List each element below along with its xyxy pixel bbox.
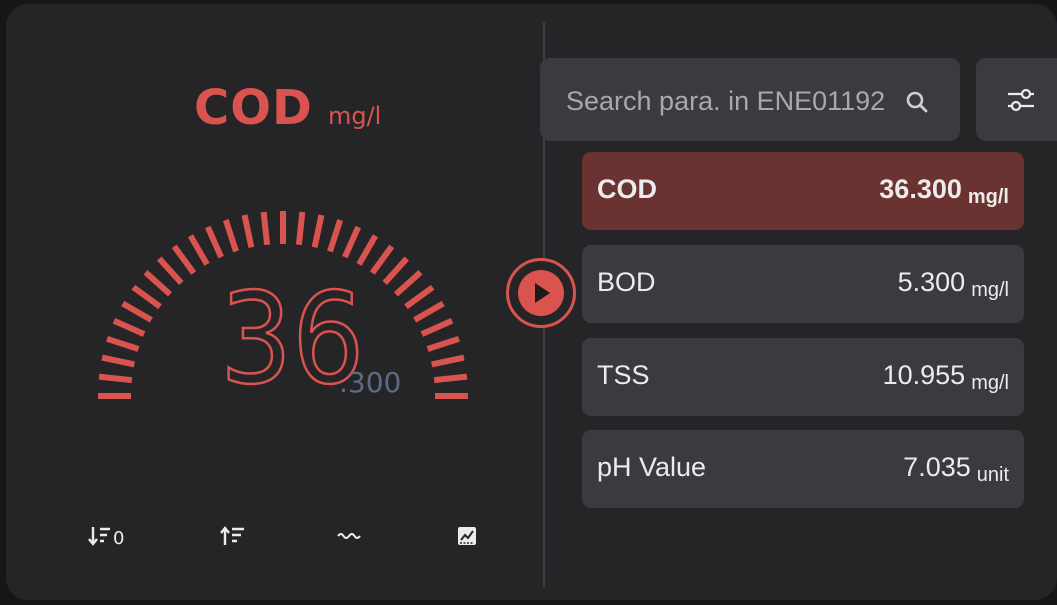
gauge-tick xyxy=(413,300,445,323)
gauge-tick xyxy=(131,284,162,310)
gauge-tick xyxy=(241,214,255,248)
parameter-unit: mg/l xyxy=(971,372,1009,394)
gauge-tick xyxy=(404,284,435,310)
parameter-value: 10.955 xyxy=(882,360,966,390)
sensor-panel: COD mg/l 36 .300 0 Search para. in ENE01… xyxy=(6,4,1057,600)
parameter-name: BOD xyxy=(597,267,656,297)
parameter-row-tss[interactable]: TSS 10.955 mg/l xyxy=(582,338,1024,416)
gauge-tick xyxy=(121,300,153,323)
gauge-tick xyxy=(101,354,135,368)
gauge-tick xyxy=(431,354,465,368)
parameter-reading: 10.955 mg/l xyxy=(882,360,1009,394)
gauge-tick xyxy=(98,373,133,384)
gauge-tick xyxy=(187,234,210,266)
gauge-tick xyxy=(433,373,468,384)
gauge-tick xyxy=(295,211,306,246)
parameter-name: pH Value xyxy=(597,452,707,482)
play-button[interactable] xyxy=(506,258,576,328)
parameter-reading: 5.300 mg/l xyxy=(897,267,1009,301)
chart-icon[interactable] xyxy=(456,524,478,553)
chart-glyph xyxy=(458,527,476,545)
play-icon xyxy=(518,270,564,316)
gauge-tick xyxy=(222,219,239,253)
wave-glyph xyxy=(337,533,361,539)
gauge-tick xyxy=(112,318,146,337)
parameter-reading: 7.035 unit xyxy=(903,452,1009,486)
gauge-tick xyxy=(420,318,454,337)
gauge-tick xyxy=(156,256,184,286)
parameter-name: TSS xyxy=(597,360,650,390)
gauge-tick xyxy=(260,211,271,246)
parameter-row-ph-value[interactable]: pH Value 7.035 unit xyxy=(582,430,1024,508)
search-box[interactable] xyxy=(540,58,960,141)
parameter-value: 7.035 xyxy=(903,452,971,482)
gauge-tick xyxy=(382,256,410,286)
svg-text:0: 0 xyxy=(113,528,124,548)
gauge-tick xyxy=(143,269,173,297)
parameter-row-cod[interactable]: COD 36.300 mg/l xyxy=(582,152,1024,230)
gauge-tick xyxy=(426,335,460,352)
gauge-value-integer: 36 xyxy=(219,265,366,412)
parameter-unit: mg/l xyxy=(967,186,1009,208)
parameter-reading: 36.300 mg/l xyxy=(879,174,1009,208)
sort-ascending-icon[interactable] xyxy=(220,524,248,553)
wave-icon[interactable] xyxy=(336,524,362,553)
gauge-tick xyxy=(311,214,325,248)
gauge-tick xyxy=(327,219,344,253)
sort-descending-icon[interactable]: 0 xyxy=(88,524,128,553)
gauge-tick xyxy=(356,234,379,266)
parameter-value: 5.300 xyxy=(897,267,966,297)
filter-button[interactable] xyxy=(976,58,1057,141)
sort-ascending-glyph xyxy=(220,526,244,545)
gauge-tick xyxy=(205,225,224,259)
sort-descending-glyph: 0 xyxy=(88,527,124,549)
gauge-tick xyxy=(342,225,361,259)
parameter-unit: unit xyxy=(976,464,1009,486)
gauge-tick xyxy=(393,269,423,297)
parameter-name: COD xyxy=(597,174,657,204)
parameter-row-bod[interactable]: BOD 5.300 mg/l xyxy=(582,245,1024,323)
gauge-tick xyxy=(171,244,197,275)
sliders-icon xyxy=(1008,88,1034,112)
parameter-value: 36.300 xyxy=(879,174,962,204)
gauge-tick xyxy=(369,244,395,275)
search-icon[interactable] xyxy=(905,90,929,114)
parameter-unit: mg/l xyxy=(971,279,1009,301)
gauge-value-fraction: .300 xyxy=(339,366,402,399)
gauge-tick xyxy=(106,335,140,352)
search-input[interactable] xyxy=(566,84,896,118)
